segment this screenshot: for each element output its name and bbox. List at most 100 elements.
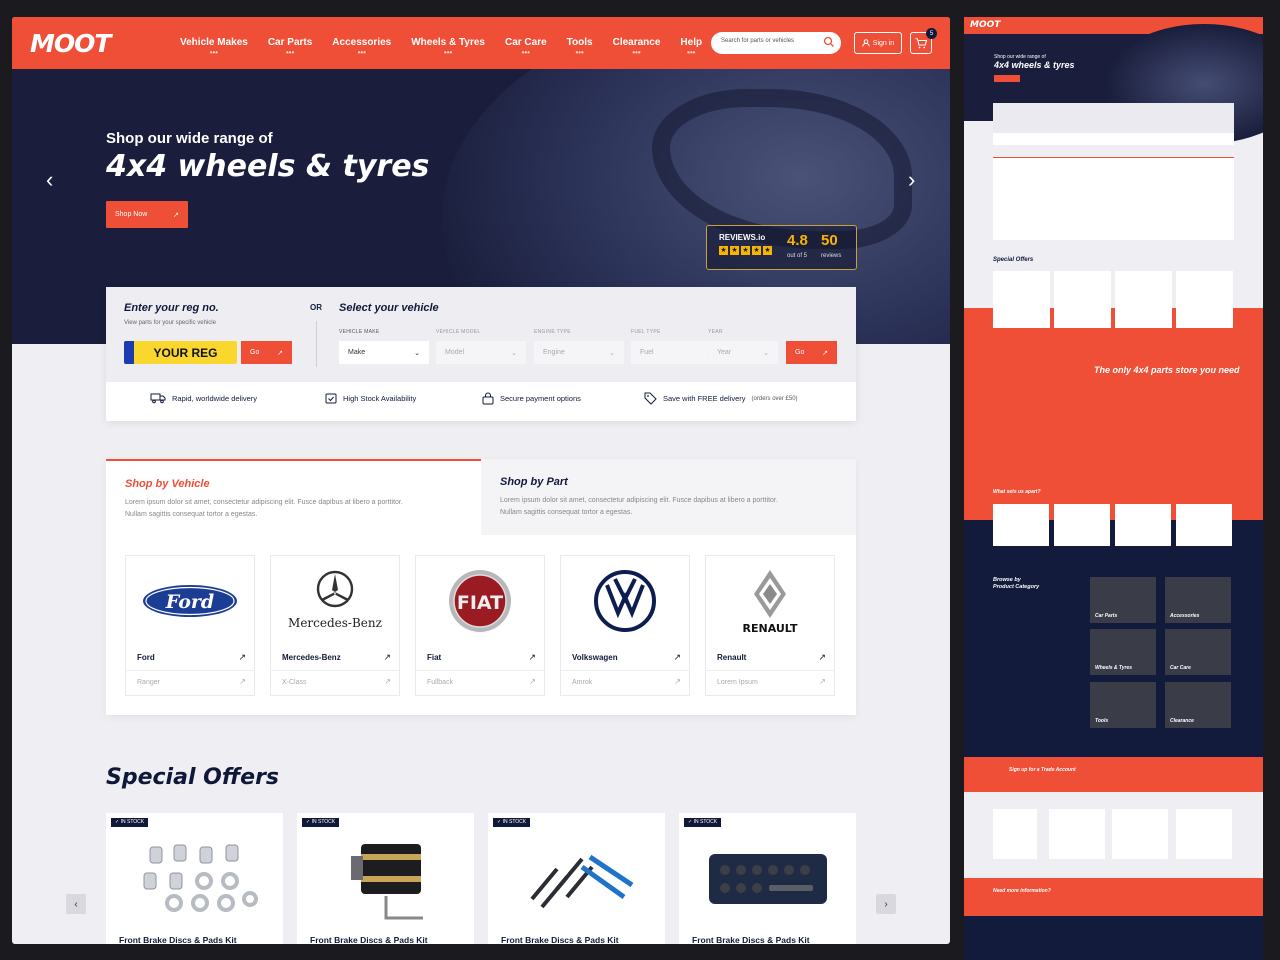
tab-title: Shop by Vehicle: [125, 478, 210, 490]
nav-item-accessories[interactable]: Accessories •••: [322, 17, 401, 69]
brand-card-mercedes-benz[interactable]: Mercedes-Benz Mercedes-Benz ↗ X-Class ↗: [270, 555, 400, 696]
nav-item-car-care[interactable]: Car Care •••: [495, 17, 557, 69]
svg-text:FIAT: FIAT: [457, 592, 503, 614]
engine-select[interactable]: Engine ⌄: [534, 341, 624, 364]
model-link[interactable]: X-Class: [282, 679, 307, 686]
brand-card-fiat[interactable]: FIAT Fiat ↗ Fullback ↗: [415, 555, 545, 696]
usp-stock: High Stock Availability: [325, 392, 416, 404]
circlip-pliers-icon: [488, 829, 665, 929]
model-link[interactable]: Lorem Ipsum: [717, 679, 758, 686]
site-logo[interactable]: MOOT: [30, 29, 111, 58]
reviews-badge[interactable]: REVIEWS.io ★ ★ ★ ★ ★ 4.8 out of 5 50 rev…: [706, 225, 857, 270]
nav-item-wheels-tyres[interactable]: Wheels & Tyres •••: [401, 17, 495, 69]
piston-ring-compressor-icon: [297, 829, 474, 929]
main-page: MOOT Vehicle Makes ••• Car Parts ••• Acces…: [12, 17, 950, 944]
brand-card-ford[interactable]: Ford Ford ↗ Ranger ↗: [125, 555, 255, 696]
brand-card-renault[interactable]: RENAULT Renault ↗ Lorem Ipsum ↗: [705, 555, 835, 696]
chevron-down-icon: ⌄: [414, 349, 420, 357]
preview-category: Accessories: [1165, 577, 1231, 623]
offers-prev-icon[interactable]: ‹: [66, 894, 86, 914]
tab-title: Shop by Part: [500, 476, 568, 488]
preview-category: Wheels & Tyres: [1090, 629, 1156, 675]
preview-logo: MOOT: [970, 20, 1001, 30]
star-icon: ★: [752, 246, 761, 255]
arrow-up-right-icon: ↗: [528, 652, 536, 662]
shop-now-button[interactable]: Shop Now ↗: [106, 201, 188, 228]
preview-feature-card: [1115, 504, 1171, 546]
tab-description: Lorem ipsum dolor sit amet, consectetur …: [125, 499, 403, 518]
offers-next-icon[interactable]: ›: [876, 894, 896, 914]
renault-logo-icon: RENAULT: [706, 556, 834, 645]
tab-description: Lorem ipsum dolor sit amet, consectetur …: [500, 497, 778, 516]
arrow-up-right-icon: ↗: [822, 349, 828, 357]
preview-footer: [964, 916, 1263, 960]
product-card[interactable]: ✓ IN STOCK Front Brake Discs & Pads Kit: [297, 813, 474, 944]
carousel-prev-icon[interactable]: ‹: [46, 167, 53, 193]
mercedes-logo-icon: Mercedes-Benz: [271, 556, 399, 645]
chevron-down-icon: ⌄: [609, 349, 615, 357]
preview-info-band: [964, 878, 1263, 916]
product-card[interactable]: ✓ IN STOCK Front Brake Discs & Pads Kit: [106, 813, 283, 944]
search-input[interactable]: Search for parts or vehicles: [711, 32, 841, 54]
wheel-nuts-icon: [106, 829, 283, 929]
preview-product: [1115, 271, 1172, 328]
brand-name: Fiat: [427, 653, 442, 662]
preview-review-card: [1176, 809, 1232, 859]
main-nav: Vehicle Makes ••• Car Parts ••• Accessorie…: [170, 17, 712, 69]
make-select[interactable]: Make ⌄: [339, 341, 429, 364]
preview-review-card: [1049, 809, 1105, 859]
search-icon[interactable]: [823, 36, 835, 48]
vehicle-go-button[interactable]: Go ↗: [786, 341, 837, 364]
reg-subtitle: View parts for your specific vehicle: [124, 320, 216, 326]
in-stock-badge: ✓ IN STOCK: [111, 818, 149, 827]
model-link[interactable]: Amrok: [572, 679, 592, 686]
preview-feature-card: [1176, 504, 1232, 546]
model-select[interactable]: Model ⌄: [436, 341, 526, 364]
preview-product: [1054, 271, 1111, 328]
fiat-logo-icon: FIAT: [416, 556, 544, 645]
preview-usp-bar: [993, 133, 1234, 145]
reviews-logo: REVIEWS.io: [719, 233, 766, 242]
volkswagen-logo-icon: [561, 556, 689, 645]
brand-card-volkswagen[interactable]: Volkswagen ↗ Amrok ↗: [560, 555, 690, 696]
arrow-up-right-icon: ↗: [674, 677, 681, 686]
preview-shop-button: [994, 75, 1020, 82]
engine-field: ENGINE TYPE Engine ⌄: [534, 329, 624, 364]
reg-plate-input[interactable]: YOUR REG: [124, 341, 237, 364]
brand-name: Volkswagen: [572, 653, 618, 662]
vehicle-finder: Enter your reg no. View parts for your s…: [106, 287, 856, 421]
preview-feature-card: [1054, 504, 1110, 546]
product-card[interactable]: ✓ IN STOCK Front Brake Discs & Pads Kit: [488, 813, 665, 944]
lock-icon: [482, 392, 494, 405]
tag-icon: [644, 392, 657, 405]
review-count: 50: [821, 232, 838, 249]
reg-go-button[interactable]: Go ↗: [241, 341, 292, 364]
model-link[interactable]: Ranger: [137, 679, 160, 686]
nav-item-clearance[interactable]: Clearance •••: [603, 17, 671, 69]
finder-form: Enter your reg no. View parts for your s…: [106, 287, 856, 382]
calendar-check-icon: [325, 393, 337, 404]
svg-text:Mercedes-Benz: Mercedes-Benz: [288, 616, 382, 630]
in-stock-badge: ✓ IN STOCK: [684, 818, 722, 827]
nav-item-help[interactable]: Help •••: [670, 17, 712, 69]
arrow-up-right-icon: ↗: [383, 652, 391, 662]
sign-in-button[interactable]: Sign in: [854, 32, 902, 54]
divider: [316, 321, 317, 367]
tab-shop-by-vehicle[interactable]: Shop by Vehicle Lorem ipsum dolor sit am…: [106, 459, 481, 535]
model-link[interactable]: Fullback: [427, 679, 453, 686]
tab-shop-by-part[interactable]: Shop by Part Lorem ipsum dolor sit amet,…: [481, 459, 856, 535]
preview-trade-band: [964, 757, 1263, 792]
arrow-up-right-icon: ↗: [239, 677, 246, 686]
review-score: 4.8: [787, 232, 808, 249]
preview-browse-title: Browse by Product Category: [993, 577, 1040, 590]
brand-name: Renault: [717, 653, 747, 662]
nav-item-car-parts[interactable]: Car Parts •••: [258, 17, 322, 69]
arrow-up-right-icon: ↗: [173, 211, 179, 219]
year-select[interactable]: Year ⌄: [708, 341, 778, 364]
carousel-next-icon[interactable]: ›: [908, 167, 915, 193]
product-card[interactable]: ✓ IN STOCK Front Brake Discs & Pads Kit: [679, 813, 856, 944]
hero-subtitle: Shop our wide range of: [106, 130, 273, 147]
product-title: Front Brake Discs & Pads Kit: [119, 935, 237, 944]
nav-item-vehicle-makes[interactable]: Vehicle Makes •••: [170, 17, 258, 69]
nav-item-tools[interactable]: Tools •••: [557, 17, 603, 69]
